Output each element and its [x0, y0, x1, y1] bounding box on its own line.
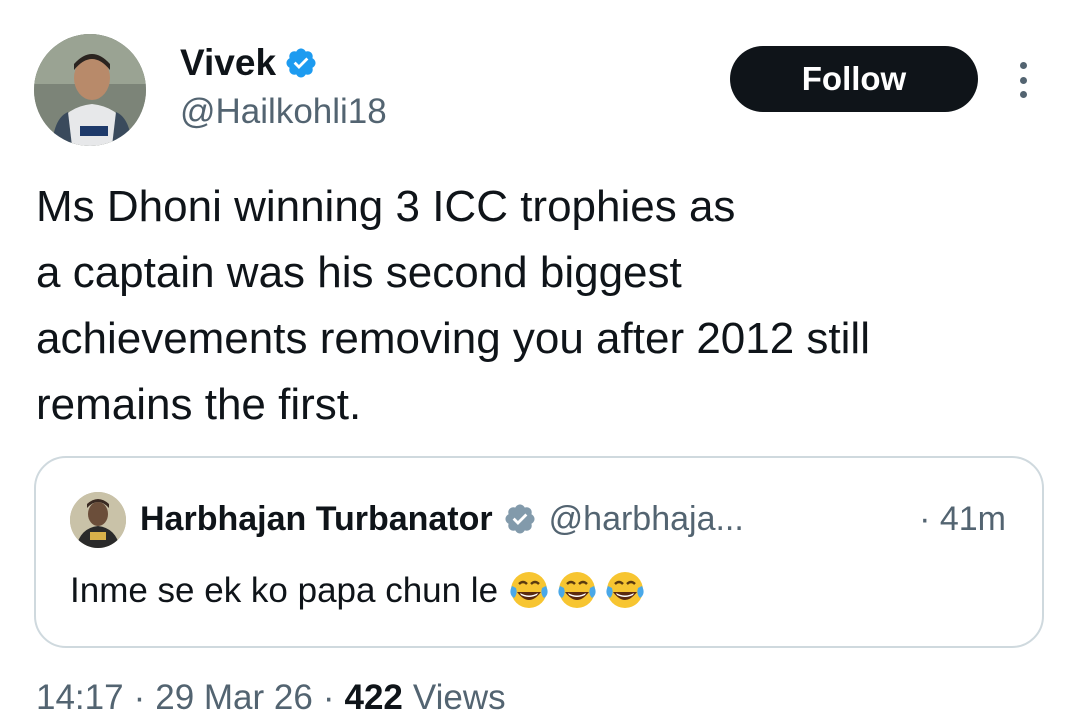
follow-button[interactable]: Follow — [730, 46, 978, 112]
author-display-name: Vivek — [180, 42, 277, 83]
quoted-tweet-time[interactable]: · 41m — [919, 494, 1006, 544]
tweet-text: Ms Dhoni winning 3 ICC trophies as a cap… — [36, 182, 870, 429]
meta-separator: · — [133, 678, 146, 717]
author-name[interactable]: Vivek — [180, 40, 318, 86]
quoted-author-avatar[interactable] — [70, 492, 126, 548]
more-options-icon[interactable] — [1010, 62, 1036, 98]
quoted-tweet-text: Inme se ek ko papa chun le — [70, 566, 648, 616]
quoted-author-name[interactable]: Harbhajan Turbanator — [140, 500, 493, 539]
views-label: Views — [412, 678, 506, 717]
quoted-tweet-card[interactable]: Harbhajan Turbanator @harbhaja... · 41m … — [34, 456, 1044, 648]
more-dot — [1019, 76, 1027, 84]
profile-photo-icon — [70, 492, 126, 548]
profile-photo-icon — [34, 34, 146, 146]
quoted-author-handle[interactable]: @harbhaja... — [549, 500, 744, 539]
verified-badge-icon — [286, 48, 316, 78]
views-count[interactable]: 422 — [345, 678, 403, 718]
verified-badge-icon — [505, 504, 535, 534]
tweet-date[interactable]: 29 Mar 26 — [155, 678, 313, 718]
face-with-tears-of-joy-icon — [606, 572, 644, 608]
tweet-time[interactable]: 14:17 — [36, 678, 124, 718]
meta-separator: · — [322, 678, 335, 717]
face-with-tears-of-joy-icon — [510, 572, 548, 608]
more-dot — [1019, 91, 1027, 98]
quoted-tweet-header: Harbhajan Turbanator @harbhaja... — [140, 494, 744, 544]
face-with-tears-of-joy-icon — [558, 572, 596, 608]
more-dot — [1019, 62, 1027, 69]
quoted-tweet-text-content: Inme se ek ko papa chun le — [70, 571, 499, 610]
author-avatar[interactable] — [34, 34, 146, 146]
emoji-group — [506, 568, 648, 614]
author-handle[interactable]: @Hailkohli18 — [180, 90, 387, 134]
tweet-meta: 14:17 · 29 Mar 26 · 422 Views — [36, 674, 506, 722]
